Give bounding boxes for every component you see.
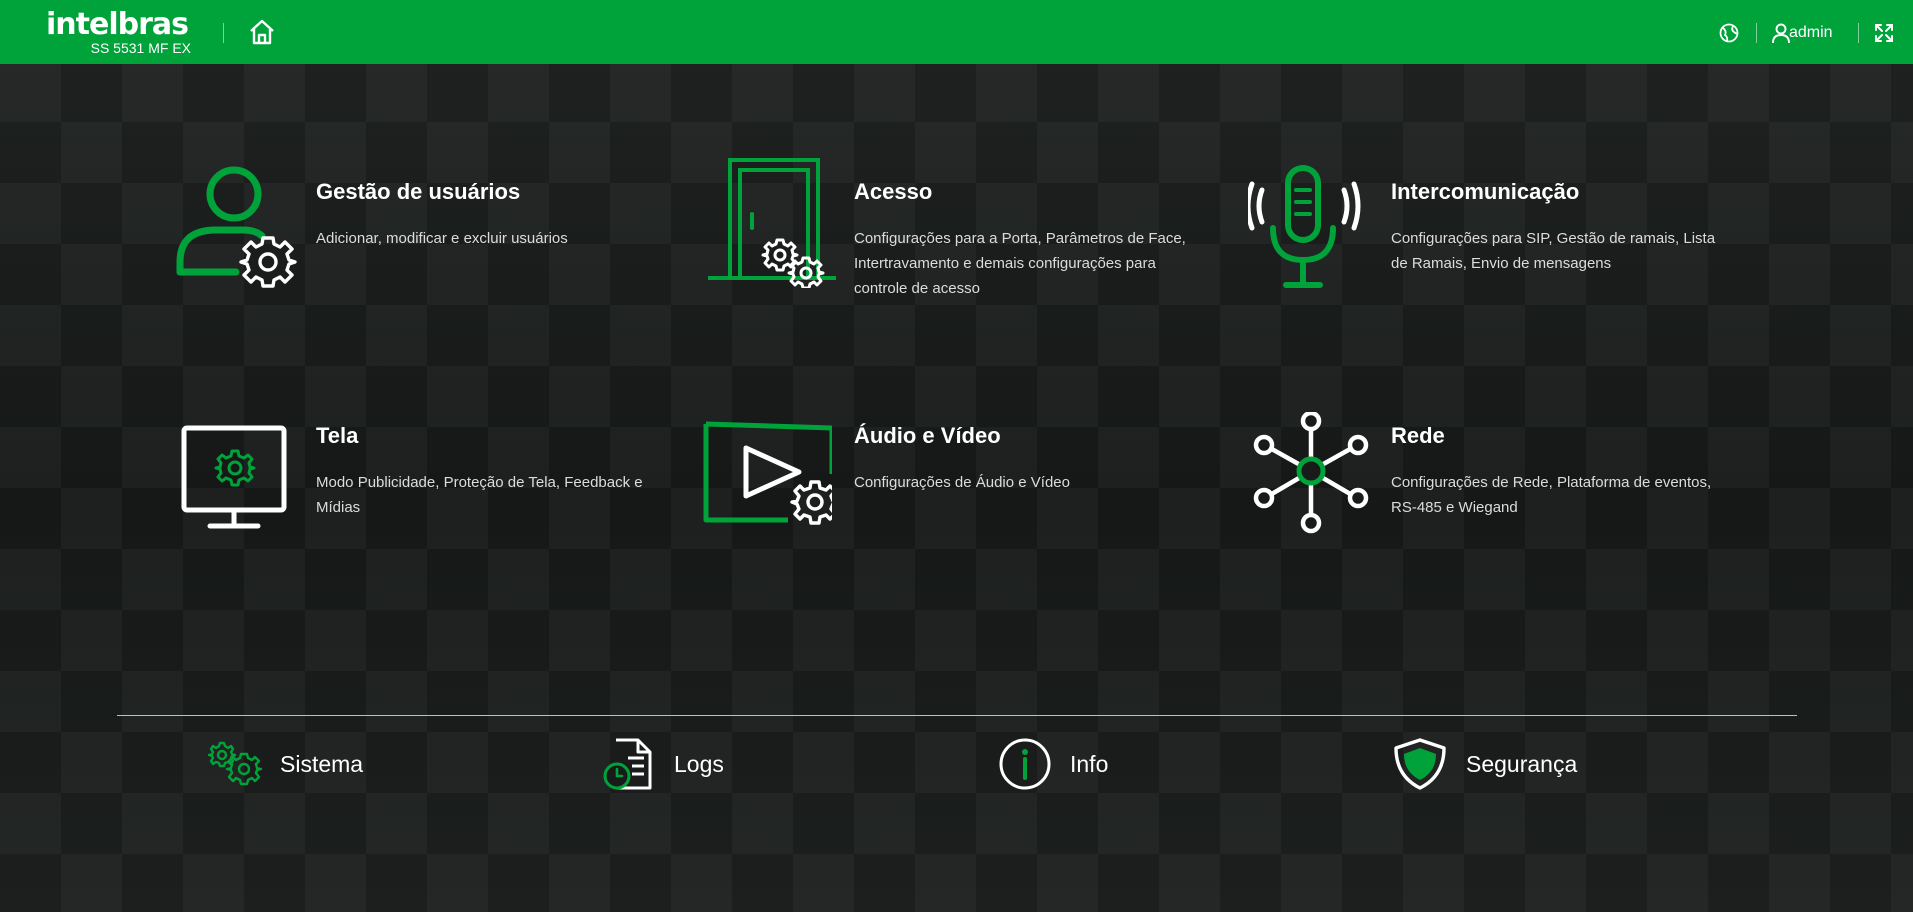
card-description: Configurações de Áudio e Vídeo <box>854 474 1070 491</box>
door-settings-icon <box>708 158 836 288</box>
section-divider <box>117 715 1797 716</box>
monitor-settings-icon <box>181 425 287 529</box>
card-title: Gestão de usuários <box>316 179 521 204</box>
shield-icon <box>1394 738 1446 790</box>
nav-label: Logs <box>674 751 724 777</box>
nav-logs[interactable]: Logs <box>602 736 802 792</box>
home-button[interactable] <box>248 18 276 46</box>
user-settings-icon <box>176 166 297 288</box>
header-divider <box>1858 23 1859 43</box>
microphone-icon <box>1248 165 1361 288</box>
brand-name: intelbras <box>46 7 189 42</box>
language-icon <box>1719 23 1739 43</box>
card-description: Configurações para a Porta, Parâmetros d… <box>854 230 1186 297</box>
network-icon <box>1253 412 1369 534</box>
nav-label: Segurança <box>1466 751 1578 777</box>
top-bar: intelbras SS 5531 MF EX admin <box>0 0 1913 64</box>
language-button[interactable] <box>1718 22 1740 44</box>
username-label[interactable]: admin <box>1789 22 1833 44</box>
home-icon <box>250 19 274 45</box>
card-title: Tela <box>316 423 359 448</box>
card-access[interactable]: Acesso Configurações para a Porta, Parâm… <box>708 158 1248 308</box>
header-divider <box>1756 23 1757 43</box>
card-description: Modo Publicidade, Proteção de Tela, Feed… <box>316 474 643 516</box>
brand-logo: intelbras SS 5531 MF EX <box>46 7 191 57</box>
video-settings-icon <box>703 421 832 525</box>
card-title: Rede <box>1391 423 1445 448</box>
card-description: Configurações de Rede, Plataforma de eve… <box>1391 474 1712 516</box>
gears-icon <box>208 741 263 786</box>
header-divider <box>223 23 224 43</box>
card-description: Adicionar, modificar e excluir usuários <box>316 230 568 247</box>
card-network[interactable]: Rede Configurações de Rede, Plataforma d… <box>1250 412 1790 562</box>
device-model: SS 5531 MF EX <box>90 40 191 56</box>
card-description: Configurações para SIP, Gestão de ramais… <box>1391 230 1716 272</box>
fullscreen-button[interactable] <box>1873 22 1895 44</box>
fullscreen-icon <box>1875 24 1893 42</box>
nav-label: Sistema <box>280 751 364 777</box>
log-document-icon <box>603 738 652 790</box>
card-audio-video[interactable]: Áudio e Vídeo Configurações de Áudio e V… <box>702 420 1242 570</box>
card-user-management[interactable]: Gestão de usuários Adicionar, modificar … <box>174 164 714 314</box>
card-intercom[interactable]: Intercomunicação Configurações para SIP,… <box>1248 164 1788 314</box>
nav-system[interactable]: Sistema <box>208 736 408 792</box>
nav-security[interactable]: Segurança <box>1392 736 1612 792</box>
card-title: Acesso <box>854 179 933 204</box>
nav-label: Info <box>1070 751 1109 777</box>
nav-info[interactable]: Info <box>997 736 1197 792</box>
card-title: Áudio e Vídeo <box>854 423 1001 448</box>
info-icon <box>999 738 1051 790</box>
card-title: Intercomunicação <box>1391 179 1580 204</box>
card-screen[interactable]: Tela Modo Publicidade, Proteção de Tela,… <box>180 422 720 572</box>
